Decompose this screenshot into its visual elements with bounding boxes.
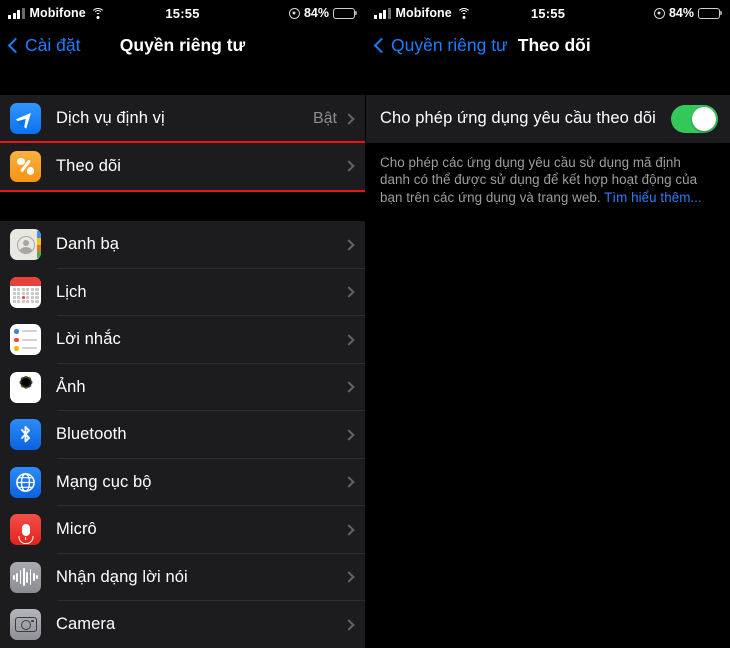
list-item-location-services[interactable]: Dịch vụ định vị Bật [0, 95, 365, 143]
list-item-bluetooth[interactable]: Bluetooth [0, 411, 365, 459]
back-button-label: Quyền riêng tư [391, 34, 508, 55]
microphone-icon [10, 514, 41, 546]
list-item-tracking[interactable]: Theo dõi [0, 142, 365, 190]
list-item-label: Bluetooth [56, 425, 127, 444]
page-title: Theo dõi [517, 34, 591, 55]
location-arrow-icon [653, 7, 665, 19]
list-item-label: Danh bạ [56, 235, 120, 254]
camera-icon [10, 609, 41, 641]
list-item-value: Bật [312, 109, 337, 127]
learn-more-link[interactable]: Tìm hiểu thêm... [604, 190, 702, 205]
section-gap-top [0, 64, 365, 95]
list-item-contacts[interactable]: Danh bạ [0, 221, 365, 269]
chevron-right-icon [343, 113, 355, 125]
toggle-knob [692, 106, 716, 131]
list-item-label: Micrô [56, 520, 97, 539]
battery-icon [698, 7, 720, 19]
battery-percent-label: 84% [668, 6, 694, 20]
list-item-speech-recognition[interactable]: Nhận dạng lời nói [0, 553, 365, 601]
right-screen-tracking: Mobifone 15:55 84% Quyền riêng tư Theo d… [365, 0, 730, 648]
list-item-microphone[interactable]: Micrô [0, 506, 365, 554]
reminders-icon [10, 324, 41, 356]
chevron-right-icon [343, 619, 355, 631]
chevron-right-icon [343, 429, 355, 441]
chevron-right-icon [343, 476, 355, 488]
status-bar: Mobifone 15:55 84% [366, 0, 730, 26]
tracking-description: Cho phép các ứng dụng yêu cầu sử dụng mã… [366, 143, 730, 207]
allow-tracking-row[interactable]: Cho phép ứng dụng yêu cầu theo dõi [366, 95, 730, 143]
bluetooth-icon [10, 419, 41, 451]
status-bar-right: 84% [653, 6, 720, 20]
section-gap-middle [0, 190, 365, 221]
battery-icon [333, 7, 355, 19]
allow-tracking-toggle[interactable] [671, 104, 718, 133]
list-item-label: Dịch vụ định vị [56, 109, 165, 128]
section-gap-top [366, 64, 730, 95]
local-network-icon [10, 466, 41, 498]
list-item-camera[interactable]: Camera [0, 601, 365, 648]
nav-bar: Quyền riêng tư Theo dõi [366, 26, 730, 64]
chevron-right-icon [343, 334, 355, 346]
list-item-reminders[interactable]: Lời nhắc [0, 316, 365, 364]
chevron-right-icon [343, 286, 355, 298]
location-arrow-icon [288, 7, 300, 19]
settings-section-app-permissions: Danh bạ Lịch Lời nhắc Ảnh Bluetooth Mạng… [0, 221, 365, 648]
tracking-icon [10, 150, 41, 182]
allow-tracking-label: Cho phép ứng dụng yêu cầu theo dõi [380, 109, 656, 128]
photos-icon [10, 371, 41, 403]
settings-section-tracking-highlighted: Theo dõi [0, 140, 365, 192]
list-item-label: Camera [56, 615, 116, 634]
list-item-label: Ảnh [56, 377, 86, 396]
list-item-calendar[interactable]: Lịch [0, 268, 365, 316]
status-bar: Mobifone 15:55 84% [0, 0, 365, 26]
location-services-icon [10, 103, 41, 135]
chevron-right-icon [343, 524, 355, 536]
contacts-icon [10, 229, 41, 261]
settings-section-location: Dịch vụ định vị Bật [0, 95, 365, 143]
battery-percent-label: 84% [303, 6, 329, 20]
list-item-photos[interactable]: Ảnh [0, 363, 365, 411]
screenshot-pair: Mobifone 15:55 84% Cài đặt Quyền riêng t… [0, 0, 730, 648]
chevron-right-icon [343, 239, 355, 251]
list-item-local-network[interactable]: Mạng cục bộ [0, 458, 365, 506]
left-screen-privacy: Mobifone 15:55 84% Cài đặt Quyền riêng t… [0, 0, 365, 648]
status-bar-right: 84% [288, 6, 355, 20]
chevron-right-icon [343, 571, 355, 583]
chevron-left-icon [373, 37, 390, 53]
list-item-label: Theo dõi [56, 156, 122, 175]
calendar-icon [10, 276, 41, 308]
speech-recognition-icon [10, 561, 41, 593]
page-title: Quyền riêng tư [119, 34, 246, 55]
chevron-right-icon [343, 381, 355, 393]
back-button[interactable]: Quyền riêng tư [373, 34, 508, 56]
list-item-label: Mạng cục bộ [56, 472, 152, 491]
list-item-label: Nhận dạng lời nói [56, 567, 188, 586]
nav-bar: Cài đặt Quyền riêng tư [0, 26, 365, 64]
list-item-label: Lịch [56, 282, 87, 301]
list-item-label: Lời nhắc [56, 330, 121, 349]
chevron-right-icon [343, 160, 355, 172]
